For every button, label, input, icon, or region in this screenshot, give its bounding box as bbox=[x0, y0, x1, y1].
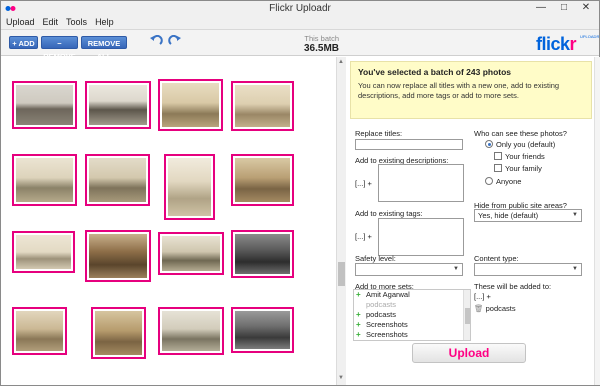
scroll-down-icon[interactable]: ▼ bbox=[338, 375, 344, 381]
set-item[interactable]: + Screenshots bbox=[354, 320, 470, 330]
replace-titles-label: Replace titles: bbox=[355, 129, 403, 138]
batch-heading: You've selected a batch of 243 photos bbox=[358, 67, 512, 77]
menu-upload[interactable]: Upload bbox=[1, 16, 38, 27]
added-set-item: 🗑 podcasts bbox=[474, 304, 516, 313]
remove-all-button[interactable]: REMOVE ALL bbox=[81, 36, 127, 61]
photo-thumb[interactable] bbox=[85, 154, 150, 206]
add-set-icon[interactable]: + bbox=[356, 310, 361, 320]
batch-size: 36.5MB bbox=[303, 43, 339, 54]
descriptions-prefix: [...] + bbox=[355, 179, 372, 188]
rotate-right-icon[interactable] bbox=[168, 35, 182, 49]
scroll-up-icon[interactable]: ▲ bbox=[338, 59, 344, 65]
set-item[interactable]: + Amit Agarwal bbox=[354, 290, 470, 300]
photo-thumb[interactable] bbox=[85, 230, 151, 282]
hide-from-public-value: Yes, hide (default) bbox=[478, 211, 539, 220]
trash-icon[interactable]: 🗑 bbox=[474, 304, 484, 313]
set-label: podcasts bbox=[366, 310, 397, 319]
photo-thumb[interactable] bbox=[231, 230, 294, 278]
chevron-down-icon: ▼ bbox=[453, 266, 459, 272]
set-item: podcasts bbox=[354, 300, 470, 310]
gallery-scrollbar[interactable]: ▲ ▼ bbox=[336, 57, 346, 385]
batch-description: You can now replace all titles with a ne… bbox=[358, 81, 560, 100]
set-label: Amit Agarwal bbox=[366, 290, 410, 299]
safety-level-label: Safety level: bbox=[355, 254, 396, 263]
add-button[interactable]: + ADD bbox=[9, 36, 38, 49]
photo-thumb[interactable] bbox=[12, 154, 77, 206]
menu-help[interactable]: Help bbox=[90, 16, 117, 27]
privacy-friends-label: Your friends bbox=[505, 152, 545, 161]
batch-info-box: You've selected a batch of 243 photos Yo… bbox=[350, 61, 592, 119]
will-be-added-label: These will be added to: bbox=[474, 282, 552, 291]
photo-thumb[interactable] bbox=[158, 307, 224, 355]
privacy-family-checkbox[interactable] bbox=[494, 164, 502, 172]
privacy-only-you-label: Only you (default) bbox=[496, 140, 556, 149]
logo-word-b: r bbox=[569, 34, 577, 54]
content-type-select[interactable]: ▼ bbox=[474, 263, 582, 276]
panel-scrollbar[interactable] bbox=[594, 57, 600, 385]
replace-titles-input[interactable] bbox=[355, 139, 463, 150]
add-set-icon[interactable]: + bbox=[356, 330, 361, 340]
set-item[interactable]: + podcasts bbox=[354, 310, 470, 320]
sets-scrollbar[interactable] bbox=[463, 290, 470, 340]
privacy-family-label: Your family bbox=[505, 164, 542, 173]
chevron-down-icon: ▼ bbox=[572, 266, 578, 272]
tags-prefix: [...] + bbox=[355, 232, 372, 241]
toolbar: + ADD − REMOVE REMOVE ALL This batch 36.… bbox=[1, 30, 599, 61]
add-set-icon[interactable]: + bbox=[356, 290, 361, 300]
privacy-friends-checkbox[interactable] bbox=[494, 152, 502, 160]
menu-edit[interactable]: Edit bbox=[38, 16, 62, 27]
sets-list[interactable]: + Amit Agarwal podcasts + podcasts + Screen… bbox=[353, 289, 471, 341]
content-type-label: Content type: bbox=[474, 254, 519, 263]
close-button[interactable]: ✕ bbox=[573, 1, 599, 16]
photo-gallery bbox=[1, 57, 336, 385]
add-tags-input[interactable] bbox=[378, 218, 464, 256]
added-set-label: podcasts bbox=[485, 304, 516, 313]
title-bar: Flickr Uploadr — □ ✕ bbox=[1, 1, 599, 16]
chevron-down-icon: ▼ bbox=[572, 212, 578, 218]
photo-thumb[interactable] bbox=[91, 307, 146, 359]
photo-thumb[interactable] bbox=[85, 81, 151, 129]
add-descriptions-input[interactable] bbox=[378, 164, 464, 202]
sets-scroll-thumb[interactable] bbox=[465, 308, 470, 324]
upload-button[interactable]: Upload bbox=[412, 343, 526, 363]
remove-button[interactable]: − REMOVE bbox=[41, 36, 78, 61]
photo-thumb[interactable] bbox=[12, 231, 75, 273]
added-prefix: [...] + bbox=[474, 292, 491, 301]
menu-tools[interactable]: Tools bbox=[61, 16, 90, 27]
logo-word-a: flick bbox=[536, 34, 570, 54]
photo-thumb[interactable] bbox=[12, 81, 77, 129]
privacy-anyone-label: Anyone bbox=[496, 177, 522, 186]
rotate-left-icon[interactable] bbox=[149, 35, 163, 49]
photo-thumb[interactable] bbox=[231, 307, 294, 353]
add-set-icon[interactable]: + bbox=[356, 320, 361, 330]
photo-thumb[interactable] bbox=[231, 81, 294, 131]
scroll-thumb[interactable] bbox=[338, 262, 345, 286]
photo-thumb[interactable] bbox=[12, 307, 67, 355]
privacy-only-you-radio[interactable] bbox=[485, 140, 493, 148]
logo-tag: UPLOADR bbox=[580, 34, 600, 39]
menu-bar: Upload Edit Tools Help bbox=[1, 16, 599, 30]
privacy-anyone-radio[interactable] bbox=[485, 177, 493, 185]
photo-thumb[interactable] bbox=[164, 154, 215, 220]
set-label: podcasts bbox=[366, 300, 397, 309]
photo-thumb[interactable] bbox=[158, 79, 223, 131]
window-title: Flickr Uploadr bbox=[269, 3, 331, 14]
batch-label: This batch bbox=[304, 34, 339, 43]
photo-thumb[interactable] bbox=[158, 232, 224, 275]
set-item[interactable]: + Screenshots bbox=[354, 330, 470, 340]
app-window: Flickr Uploadr — □ ✕ Upload Edit Tools Help… bbox=[0, 0, 600, 386]
flickr-logo: flickr UPLOADR bbox=[536, 34, 599, 55]
add-tags-label: Add to existing tags: bbox=[355, 209, 423, 218]
photo-thumb[interactable] bbox=[231, 154, 294, 206]
set-label: Screenshots bbox=[366, 330, 408, 339]
who-can-see-label: Who can see these photos? bbox=[474, 129, 567, 138]
set-label: Screenshots bbox=[366, 320, 408, 329]
safety-level-select[interactable]: ▼ bbox=[355, 263, 463, 276]
hide-from-public-select[interactable]: Yes, hide (default) ▼ bbox=[474, 209, 582, 222]
